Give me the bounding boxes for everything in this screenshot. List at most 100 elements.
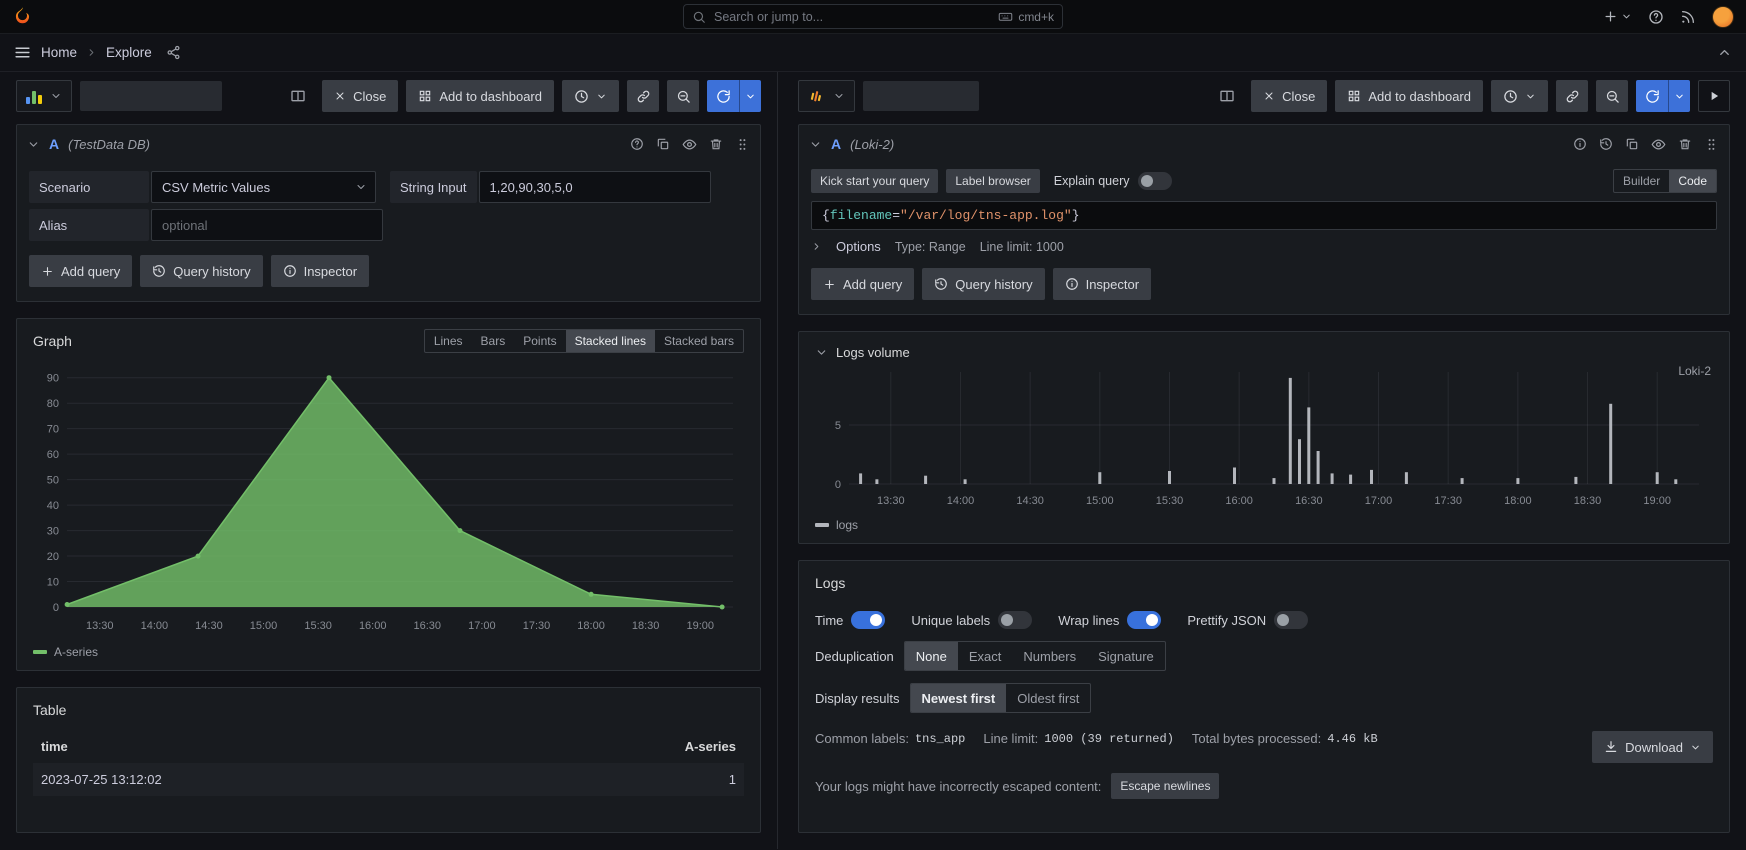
drag-handle-icon[interactable] (735, 137, 750, 152)
disable-query-eye-icon[interactable] (1651, 137, 1666, 152)
logs-volume-legend[interactable]: logs (815, 515, 1713, 535)
alias-field[interactable] (162, 218, 372, 233)
svg-text:16:30: 16:30 (1295, 495, 1323, 507)
logs-volume-chart[interactable]: 13:3014:0014:3015:0015:3016:0016:3017:00… (815, 364, 1707, 510)
graph-mode-stacked-bars[interactable]: Stacked bars (655, 330, 743, 352)
duplicate-query-icon[interactable] (1625, 137, 1639, 151)
inspector-button[interactable]: Inspector (1053, 268, 1151, 300)
right-add-to-dashboard-button[interactable]: Add to dashboard (1335, 80, 1483, 112)
left-refresh-interval-button[interactable] (739, 80, 761, 112)
right-datasource-name (863, 81, 979, 111)
graph-mode-stacked-lines[interactable]: Stacked lines (566, 330, 655, 352)
code-mode-option[interactable]: Code (1669, 170, 1716, 192)
dedup-none-option[interactable]: None (905, 642, 958, 670)
left-add-to-dashboard-button[interactable]: Add to dashboard (406, 80, 554, 112)
left-time-picker-button[interactable] (562, 80, 619, 112)
time-toggle-switch[interactable] (851, 611, 885, 629)
download-button[interactable]: Download (1592, 731, 1713, 763)
add-query-button[interactable]: Add query (29, 255, 132, 287)
disable-query-eye-icon[interactable] (682, 137, 697, 152)
svg-text:0: 0 (835, 479, 841, 491)
left-datasource-picker[interactable] (16, 80, 72, 112)
right-close-button[interactable]: Close (1251, 80, 1327, 112)
newest-first-option[interactable]: Newest first (911, 684, 1007, 712)
search-input[interactable] (714, 10, 990, 24)
scenario-select[interactable]: CSV Metric Values (151, 171, 376, 203)
search-shortcut: cmd+k (998, 9, 1054, 24)
explain-query-switch[interactable] (1138, 172, 1172, 190)
escape-newlines-button[interactable]: Escape newlines (1111, 773, 1219, 799)
query-history-button[interactable]: Query history (140, 255, 262, 287)
dedup-numbers-option[interactable]: Numbers (1012, 642, 1087, 670)
graph-legend[interactable]: A-series (33, 642, 744, 662)
remove-query-trash-icon[interactable] (709, 137, 723, 151)
share-icon[interactable] (166, 45, 181, 60)
right-run-query-button[interactable] (1636, 80, 1668, 112)
right-split-view-button[interactable] (1211, 80, 1243, 112)
graph-legend-label[interactable]: A-series (54, 645, 98, 659)
chevron-down-icon[interactable] (815, 346, 828, 359)
builder-mode-option[interactable]: Builder (1614, 170, 1669, 192)
graph-mode-bars[interactable]: Bars (472, 330, 515, 352)
chevron-down-icon[interactable] (809, 138, 822, 151)
chevron-down-icon (1525, 91, 1536, 102)
remove-query-trash-icon[interactable] (1678, 137, 1692, 151)
right-refresh-interval-button[interactable] (1668, 80, 1690, 112)
right-time-picker-button[interactable] (1491, 80, 1548, 112)
dedup-signature-option[interactable]: Signature (1087, 642, 1165, 670)
svg-text:15:30: 15:30 (304, 620, 332, 632)
wrap-lines-toggle-switch[interactable] (1127, 611, 1161, 629)
label-browser-button[interactable]: Label browser (946, 169, 1039, 193)
right-datasource-picker[interactable] (798, 80, 855, 112)
dedup-exact-option[interactable]: Exact (958, 642, 1013, 670)
query-options-row[interactable]: Options Type: Range Line limit: 1000 (811, 239, 1717, 254)
duplicate-query-icon[interactable] (656, 137, 670, 151)
oldest-first-option[interactable]: Oldest first (1006, 684, 1090, 712)
table-row[interactable]: 2023-07-25 13:12:02 1 (33, 763, 744, 796)
options-label[interactable]: Options (836, 239, 881, 254)
table-col-a-series[interactable]: A-series (509, 730, 744, 763)
left-zoom-out-button[interactable] (667, 80, 699, 112)
left-run-query-button[interactable] (707, 80, 739, 112)
left-copy-link-button[interactable] (627, 80, 659, 112)
drag-handle-icon[interactable] (1704, 137, 1719, 152)
global-search[interactable]: cmd+k (683, 4, 1063, 29)
logs-volume-title[interactable]: Logs volume (836, 345, 910, 360)
logql-query-input[interactable]: {filename="/var/log/tns-app.log"} (811, 201, 1717, 230)
right-zoom-out-button[interactable] (1596, 80, 1628, 112)
left-close-button[interactable]: Close (322, 80, 398, 112)
left-query-row-header[interactable]: A (TestData DB) (17, 125, 760, 163)
query-info-icon[interactable] (1573, 137, 1587, 151)
grafana-logo[interactable] (12, 6, 33, 27)
svg-text:17:00: 17:00 (1365, 495, 1393, 507)
options-line-limit-summary: Line limit: 1000 (980, 240, 1064, 254)
chevron-down-icon[interactable] (27, 138, 40, 151)
kick-start-query-button[interactable]: Kick start your query (811, 169, 938, 193)
user-avatar[interactable] (1712, 6, 1734, 28)
datasource-help-icon[interactable] (630, 137, 644, 151)
table-col-time[interactable]: time (33, 730, 509, 763)
help-icon[interactable] (1648, 9, 1664, 25)
graph-mode-lines[interactable]: Lines (425, 330, 472, 352)
prettify-json-toggle-switch[interactable] (1274, 611, 1308, 629)
loki-query-row-header[interactable]: A (Loki-2) (799, 125, 1729, 163)
query-history-icon[interactable] (1599, 137, 1613, 151)
menu-icon[interactable] (14, 44, 31, 61)
logs-volume-legend-label[interactable]: logs (836, 518, 858, 532)
left-split-view-button[interactable] (282, 80, 314, 112)
right-copy-link-button[interactable] (1556, 80, 1588, 112)
new-menu-button[interactable] (1603, 9, 1632, 24)
breadcrumb-explore[interactable]: Explore (106, 45, 152, 60)
news-icon[interactable] (1680, 9, 1696, 25)
string-input-field[interactable] (490, 180, 700, 195)
query-history-button[interactable]: Query history (922, 268, 1044, 300)
right-live-tail-button[interactable] (1698, 80, 1730, 112)
add-query-button[interactable]: Add query (811, 268, 914, 300)
svg-text:80: 80 (47, 398, 59, 410)
graph-mode-points[interactable]: Points (514, 330, 565, 352)
collapse-up-icon[interactable] (1717, 45, 1732, 60)
unique-labels-toggle-switch[interactable] (998, 611, 1032, 629)
breadcrumb-home[interactable]: Home (41, 45, 77, 60)
inspector-button[interactable]: Inspector (271, 255, 369, 287)
graph-chart[interactable]: 010203040506070809013:3014:0014:3015:001… (33, 355, 741, 637)
